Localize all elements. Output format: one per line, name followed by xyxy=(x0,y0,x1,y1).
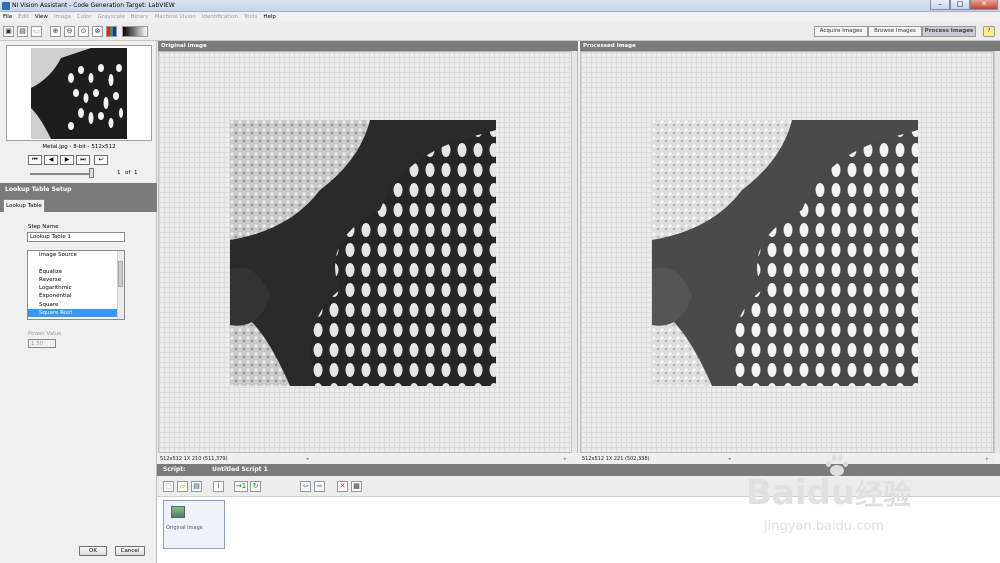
watermark-brand-2: du xyxy=(806,473,856,513)
print-icon[interactable]: ▭ xyxy=(31,26,42,37)
menu-edit[interactable]: Edit xyxy=(15,12,32,22)
minimize-button[interactable]: – xyxy=(930,0,950,10)
list-item-square[interactable]: Square xyxy=(28,301,118,309)
image-of-label: of xyxy=(125,170,131,176)
menu-identification[interactable]: Identification xyxy=(199,12,241,22)
power-value-input[interactable]: 1.50 xyxy=(28,339,56,348)
zoom-out-icon[interactable]: ⊖ xyxy=(64,26,75,37)
ok-button[interactable]: OK xyxy=(79,546,107,556)
window-title: NI Vision Assistant - Code Generation Ta… xyxy=(12,2,175,9)
new-script-icon[interactable]: ▢ xyxy=(163,481,174,492)
processed-status-text: 512x512 1X 221 (502,338) xyxy=(582,456,650,462)
processed-image[interactable] xyxy=(652,120,918,386)
processed-vertical-scrollbar[interactable] xyxy=(994,51,1000,453)
acquire-images-button[interactable]: Acquire Images xyxy=(814,26,868,37)
original-image-title: Original Image xyxy=(158,41,578,51)
list-item-equalize[interactable]: Equalize xyxy=(28,268,118,276)
zoom-fit-icon[interactable]: ⊙ xyxy=(78,26,89,37)
thumbnail-caption: Metal.jpg - 8-bit - 512x512 xyxy=(42,144,116,150)
menu-tools[interactable]: Tools xyxy=(241,12,261,22)
image-thumbnail[interactable] xyxy=(6,45,152,141)
setup-title: Lookup Table Setup xyxy=(0,183,157,197)
step-name-input[interactable]: Lookup Table 1 xyxy=(27,232,125,242)
image-step-icon xyxy=(171,506,185,518)
zoom-in-icon[interactable]: ⊕ xyxy=(50,26,61,37)
processed-image-title: Processed Image xyxy=(580,41,1000,51)
processed-scroll-right-icon[interactable]: ▸ xyxy=(986,456,989,462)
save-script-icon[interactable]: ▤ xyxy=(191,481,202,492)
menu-grayscale[interactable]: Grayscale xyxy=(95,12,128,22)
step-properties-icon[interactable]: ▦ xyxy=(351,481,362,492)
help-icon[interactable]: ? xyxy=(983,26,995,37)
open-image-icon[interactable]: ▣ xyxy=(3,26,14,37)
menu-file[interactable]: File xyxy=(0,12,15,22)
run-continuous-icon[interactable]: ↻ xyxy=(250,481,261,492)
image-total: 1 xyxy=(134,170,138,176)
original-status-bar: 512x512 1X 210 (511,379) xyxy=(160,456,580,464)
next-image-button[interactable]: ▶ xyxy=(60,155,74,165)
list-item-blank[interactable] xyxy=(28,259,118,267)
processed-scroll-left-icon[interactable]: ◂ xyxy=(728,456,731,462)
grayscale-palette-icon[interactable] xyxy=(122,26,148,37)
image-index: 1 xyxy=(117,170,121,176)
menu-view[interactable]: View xyxy=(32,12,51,22)
vision-assistant-window: NI Vision Assistant - Code Generation Ta… xyxy=(0,0,1000,563)
run-once-icon[interactable]: →1 xyxy=(234,481,248,492)
watermark-brand: Bai xyxy=(746,473,807,513)
color-palette-icon[interactable] xyxy=(106,26,117,37)
open-script-icon[interactable]: ▱ xyxy=(177,481,188,492)
info-icon[interactable]: i xyxy=(213,481,224,492)
script-step-label: Original Image xyxy=(166,525,203,531)
list-item-reverse[interactable]: Reverse xyxy=(28,276,118,284)
menu-color[interactable]: Color xyxy=(74,12,94,22)
original-status-text: 512x512 1X 210 (511,379) xyxy=(160,456,228,462)
title-bar: NI Vision Assistant - Code Generation Ta… xyxy=(0,0,1000,12)
step-name-label: Step Name xyxy=(28,224,59,230)
menu-machine-vision[interactable]: Machine Vision xyxy=(152,12,199,22)
script-label: Script: xyxy=(163,466,186,473)
menu-binary[interactable]: Binary xyxy=(128,12,152,22)
original-scroll-left-icon[interactable]: ◂ xyxy=(306,456,309,462)
move-right-icon[interactable]: ⇨ xyxy=(314,481,325,492)
save-image-icon[interactable]: ▤ xyxy=(17,26,28,37)
menu-image[interactable]: Image xyxy=(51,12,74,22)
tab-lookup-table[interactable]: Lookup Table xyxy=(3,199,45,212)
image-slider-thumb[interactable] xyxy=(89,168,94,178)
image-slider-track[interactable] xyxy=(30,173,94,175)
move-left-icon[interactable]: ⇦ xyxy=(300,481,311,492)
original-image[interactable] xyxy=(230,120,496,386)
delete-step-icon[interactable]: ✕ xyxy=(337,481,348,492)
cancel-button[interactable]: Cancel xyxy=(115,546,145,556)
watermark-url: jingyan.baidu.com xyxy=(764,519,884,534)
menu-bar: File Edit View Image Color Grayscale Binary Mac… xyxy=(0,12,1000,22)
original-vertical-scrollbar[interactable] xyxy=(571,51,577,453)
script-step-original-image[interactable]: Original Image xyxy=(163,500,225,549)
browse-images-button[interactable]: Browse Images xyxy=(868,26,922,37)
original-scroll-right-icon[interactable]: ▸ xyxy=(564,456,567,462)
zoom-area-icon[interactable]: ⊗ xyxy=(92,26,103,37)
maximize-button[interactable]: □ xyxy=(950,0,970,10)
script-name: Untitled Script 1 xyxy=(212,466,268,473)
close-button[interactable]: ✕ xyxy=(970,0,998,10)
watermark-cn: 经验 xyxy=(855,478,912,511)
first-image-button[interactable]: ⏮ xyxy=(28,155,42,165)
function-list[interactable]: Image Source Equalize Reverse Logarithmi… xyxy=(27,250,125,320)
function-list-scrollbar[interactable] xyxy=(117,251,124,319)
baidu-watermark: Baidu经验 jingyan.baidu.com xyxy=(746,455,946,545)
return-button[interactable]: ↩ xyxy=(94,155,108,165)
menu-help[interactable]: Help xyxy=(260,12,279,22)
thumbnail-image xyxy=(31,48,127,139)
list-item-logarithmic[interactable]: Logarithmic xyxy=(28,284,118,292)
app-icon xyxy=(2,2,10,10)
list-item-image-source[interactable]: Image Source xyxy=(28,251,118,259)
power-value-label: Power Value xyxy=(28,331,62,337)
process-images-button[interactable]: Process Images xyxy=(922,26,976,37)
previous-image-button[interactable]: ◀ xyxy=(44,155,58,165)
list-item-square-root[interactable]: Square Root xyxy=(28,309,118,318)
last-image-button[interactable]: ⏭ xyxy=(76,155,90,165)
list-item-exponential[interactable]: Exponential xyxy=(28,292,118,300)
